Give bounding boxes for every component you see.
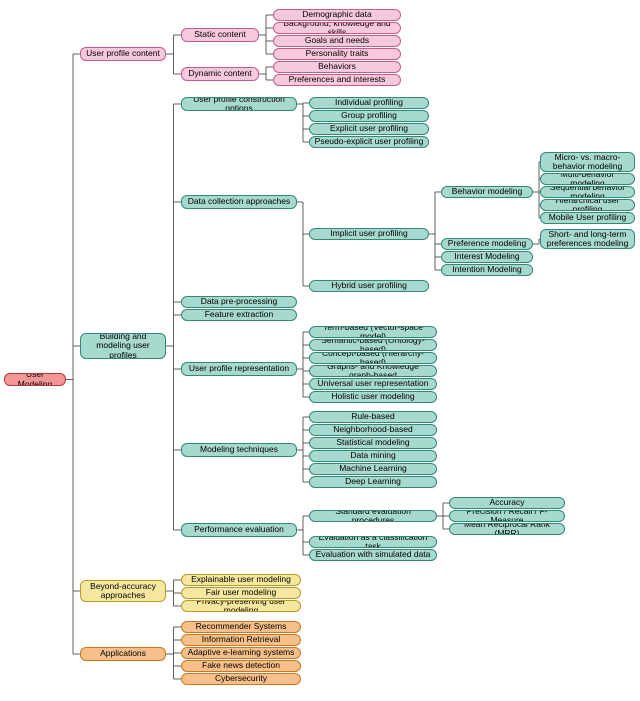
node-fair: Fair user modeling bbox=[181, 587, 301, 599]
node-intentmod: Intention Modeling bbox=[441, 264, 533, 276]
node-neigh: Neighborhood-based bbox=[309, 424, 437, 436]
node-goals: Goals and needs bbox=[273, 35, 401, 47]
mindmap-diagram: User Modeling User profile content Static … bbox=[0, 0, 640, 701]
node-holistic: Holistic user modeling bbox=[309, 391, 437, 403]
node-static: Static content bbox=[181, 28, 259, 42]
node-datapre: Data pre-processing bbox=[181, 296, 297, 308]
node-root: User Modeling bbox=[4, 373, 66, 386]
node-multibeh: Multi-behavior modeling bbox=[540, 173, 635, 185]
node-perf: Performance evaluation bbox=[181, 523, 297, 537]
node-stdproc: Standard evaluation procedures bbox=[309, 510, 437, 522]
node-pseudo: Pseudo-explicit user profiling bbox=[309, 136, 429, 148]
node-explain: Explainable user modeling bbox=[181, 574, 301, 586]
node-universal: Universal user representation bbox=[309, 378, 437, 390]
node-backg: Background, knowledge and skills bbox=[273, 22, 401, 34]
node-recsys: Recommender Systems bbox=[181, 621, 301, 633]
node-seqbeh: Sequential behavior modeling bbox=[540, 186, 635, 198]
node-demog: Demographic data bbox=[273, 9, 401, 21]
node-acc: Accuracy bbox=[449, 497, 565, 509]
node-dl: Deep Learning bbox=[309, 476, 437, 488]
node-dca: Data collection approaches bbox=[181, 195, 297, 209]
node-apps: Applications bbox=[80, 647, 166, 661]
node-graphs: Graphs- and Knowledge graph-based bbox=[309, 365, 437, 377]
node-hybrid: Hybrid user profiling bbox=[309, 280, 429, 292]
node-mrr: Mean Reciprocal Rank (MRR) bbox=[449, 523, 565, 535]
node-ml: Machine Learning bbox=[309, 463, 437, 475]
node-upco: User profile construction options bbox=[181, 97, 297, 111]
node-fake: Fake news detection bbox=[181, 660, 301, 672]
node-concept: Concept-based (Hierarchy-based) bbox=[309, 352, 437, 364]
node-ir: Information Retrieval bbox=[181, 634, 301, 646]
node-prf: Precision / Recall / F-Measure bbox=[449, 510, 565, 522]
node-upc: User profile content bbox=[80, 47, 166, 61]
node-mobile: Mobile User profiling bbox=[540, 212, 635, 224]
node-mining: Data mining bbox=[309, 450, 437, 462]
node-shortlong: Short- and long-term preferences modelin… bbox=[540, 229, 635, 249]
node-privacy: Privacy-preserving user modeling bbox=[181, 600, 301, 612]
node-explicit: Explicit user profiling bbox=[309, 123, 429, 135]
node-rule: Rule-based bbox=[309, 411, 437, 423]
node-behmod: Behavior modeling bbox=[441, 186, 533, 198]
node-sim: Evaluation with simulated data bbox=[309, 549, 437, 561]
node-cls: Evaluation as a classification task bbox=[309, 536, 437, 548]
node-hier: Hierarchical user profiling bbox=[540, 199, 635, 211]
node-micro: Micro- vs. macro- behavior modeling bbox=[540, 152, 635, 172]
node-modtech: Modeling techniques bbox=[181, 443, 297, 457]
node-term: Term-based (Vector-space model) bbox=[309, 326, 437, 338]
node-implicit: Implicit user profiling bbox=[309, 228, 429, 240]
node-beyond: Beyond-accuracy approaches bbox=[80, 580, 166, 602]
node-prefint: Preferences and interests bbox=[273, 74, 401, 86]
node-uprep: User profile representation bbox=[181, 362, 297, 376]
node-intmod: Interest Modeling bbox=[441, 251, 533, 263]
node-dynamic: Dynamic content bbox=[181, 67, 259, 81]
node-indiv: Individual profiling bbox=[309, 97, 429, 109]
node-feat: Feature extraction bbox=[181, 309, 297, 321]
node-prefmod: Preference modeling bbox=[441, 238, 533, 250]
node-ael: Adaptive e-learning systems bbox=[181, 647, 301, 659]
node-cyber: Cybersecurity bbox=[181, 673, 301, 685]
node-stat: Statistical modeling bbox=[309, 437, 437, 449]
node-group: Group profiling bbox=[309, 110, 429, 122]
node-build: Building and modeling user profiles bbox=[80, 333, 166, 359]
node-behav: Behaviors bbox=[273, 61, 401, 73]
node-semantic: Semantic-based (Ontology-based) bbox=[309, 339, 437, 351]
node-pers: Personality traits bbox=[273, 48, 401, 60]
